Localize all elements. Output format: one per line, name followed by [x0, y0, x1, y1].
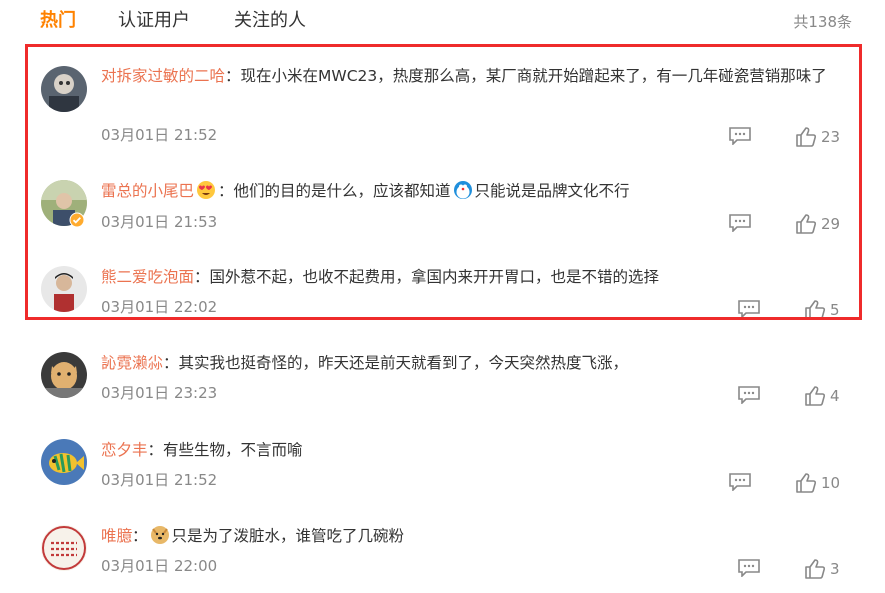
thumbs-up-icon [805, 300, 826, 317]
comment-time: 03月01日 21:53 [101, 213, 218, 231]
comment-body: 訫霓濑尛：其实我也挺奇怪的，昨天还是前天就看到了，今天突然热度飞涨， [101, 354, 629, 372]
total-comment-count: 共138条 [793, 13, 852, 31]
like-count: 29 [821, 215, 841, 233]
tab-following[interactable]: 关注的人 [234, 8, 306, 34]
heart-eyes-emoji-icon [197, 181, 216, 199]
comment-tabs: 热门 认证用户 关注的人 共138条 [0, 0, 885, 44]
comment-time: 03月01日 22:02 [101, 298, 218, 316]
comment-body: 熊二爱吃泡面：国外惹不起，也收不起费用，拿国内来开开胃口，也是不错的选择 [101, 268, 660, 286]
comment-body: 雷总的小尾巴 ：他们的目的是什么，应该都知道 只能说是品牌文化不行 [101, 181, 630, 200]
thumbs-up-icon [805, 559, 826, 579]
verified-badge-icon [69, 212, 85, 228]
comment-body: 对拆家过敏的二哈：现在小米在MWC23，热度那么高，某厂商就开始蹭起来了，有一几… [101, 67, 827, 85]
like-count: 3 [830, 560, 840, 578]
thumbs-up-icon [796, 473, 817, 493]
like-count: 10 [821, 474, 841, 492]
comment-icon[interactable] [738, 559, 760, 577]
comment-username[interactable]: 对拆家过敏的二哈 [101, 67, 225, 85]
avatar[interactable] [41, 66, 87, 112]
avatar[interactable] [41, 266, 87, 312]
comment-body: 唯臆： 只是为了泼脏水，谁管吃了几碗粉 [101, 526, 405, 545]
thumbs-up-icon [796, 127, 817, 147]
like-count: 4 [830, 387, 840, 405]
comment-text: 有些生物，不言而喻 [163, 441, 303, 459]
like-count: 23 [821, 128, 841, 146]
comment-time: 03月01日 21:52 [101, 126, 218, 144]
comment-text: 现在小米在MWC23，热度那么高，某厂商就开始蹭起来了，有一几年碰瓷营销那味了 [240, 67, 827, 85]
comment-username[interactable]: 唯臆 [101, 527, 132, 545]
like-button[interactable]: 29 [795, 213, 845, 235]
comment-time: 03月01日 21:52 [101, 471, 218, 489]
comment-icon[interactable] [738, 386, 760, 404]
comment-icon[interactable] [729, 214, 751, 232]
comment-time: 03月01日 23:23 [101, 384, 218, 402]
comment-icon[interactable] [729, 473, 751, 491]
comment-username[interactable]: 熊二爱吃泡面 [101, 268, 194, 286]
comment-text: 国外惹不起，也收不起费用，拿国内来开开胃口，也是不错的选择 [209, 268, 660, 286]
comment-text: 只能说是品牌文化不行 [474, 182, 630, 200]
avatar[interactable] [41, 439, 87, 485]
comment-username[interactable]: 雷总的小尾巴 [101, 182, 194, 200]
thumbs-up-icon [796, 214, 817, 234]
doge-emoji-icon [150, 526, 169, 544]
comment-icon[interactable] [738, 300, 760, 318]
like-button[interactable]: 3 [804, 558, 849, 580]
doraemon-emoji-icon [453, 181, 472, 199]
avatar[interactable] [41, 525, 87, 571]
comment-time: 03月01日 22:00 [101, 557, 218, 575]
thumbs-up-icon [805, 386, 826, 406]
comment-text: 他们的目的是什么，应该都知道 [233, 182, 451, 200]
tab-hot[interactable]: 热门 [40, 8, 76, 34]
tab-verified-users[interactable]: 认证用户 [118, 8, 190, 34]
like-count: 5 [830, 301, 840, 317]
comment-text: 只是为了泼脏水，谁管吃了几碗粉 [171, 527, 405, 545]
like-button[interactable]: 4 [804, 385, 849, 407]
comment-body: 恋夕丰：有些生物，不言而喻 [101, 441, 303, 459]
like-button[interactable]: 5 [804, 299, 849, 317]
comment-username[interactable]: 訫霓濑尛 [101, 354, 163, 372]
comment-username[interactable]: 恋夕丰 [101, 441, 148, 459]
like-button[interactable]: 23 [795, 126, 845, 148]
like-button[interactable]: 10 [795, 472, 845, 494]
avatar[interactable] [41, 352, 87, 398]
comment-icon[interactable] [729, 127, 751, 145]
comment-text: 其实我也挺奇怪的，昨天还是前天就看到了，今天突然热度飞涨， [178, 354, 629, 372]
